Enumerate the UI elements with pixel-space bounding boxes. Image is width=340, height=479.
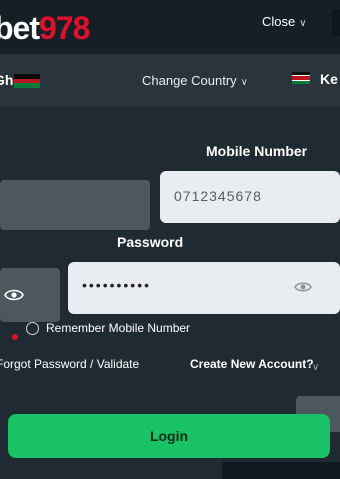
country-bar: Ghana Change Country∨ Ke (0, 54, 340, 106)
mobile-number-label: Mobile Number (206, 143, 308, 159)
chevron-down-icon: ∨ (312, 362, 320, 373)
header-edge (332, 10, 340, 36)
mobile-number-field[interactable]: 0712345678 (160, 171, 340, 223)
eye-icon[interactable] (4, 288, 24, 302)
remember-checkbox[interactable] (26, 322, 39, 335)
eye-icon[interactable] (294, 280, 312, 294)
mobile-number-value: 0712345678 (174, 188, 262, 204)
login-form: Mobile Number 0712345678 Password ••••••… (0, 106, 340, 479)
kenya-flag-icon[interactable] (292, 72, 310, 84)
create-account-link[interactable]: Create New Account? (190, 357, 314, 371)
chevron-down-icon: ∨ (240, 77, 248, 88)
country-code[interactable]: Ke (320, 71, 338, 87)
change-country-button[interactable]: Change Country ∨ (142, 73, 248, 88)
logo-text-white: bet (0, 10, 40, 46)
chevron-down-icon: ∨ (299, 18, 307, 29)
password-field[interactable]: •••••••••• (68, 262, 340, 314)
ghost-field (0, 180, 150, 230)
header: bet978 Close ∨ (0, 0, 340, 54)
password-value: •••••••••• (82, 277, 152, 293)
login-label: Login (149, 428, 189, 444)
logo-text-red: 978 (39, 10, 90, 46)
close-button[interactable]: Close ∨ (262, 14, 307, 29)
login-button[interactable]: Login (8, 414, 330, 458)
brand-logo[interactable]: bet978 (0, 10, 90, 47)
ghana-flag-icon (14, 74, 40, 88)
password-label: Password (117, 234, 184, 250)
change-country-label: Change Country (142, 73, 237, 88)
bottom-bar (222, 462, 340, 479)
forgot-password-link[interactable]: Forgot Password / Validate (0, 357, 139, 371)
red-dot (12, 334, 18, 340)
remember-label[interactable]: Remember Mobile Number (46, 321, 190, 335)
close-label: Close (262, 14, 296, 29)
